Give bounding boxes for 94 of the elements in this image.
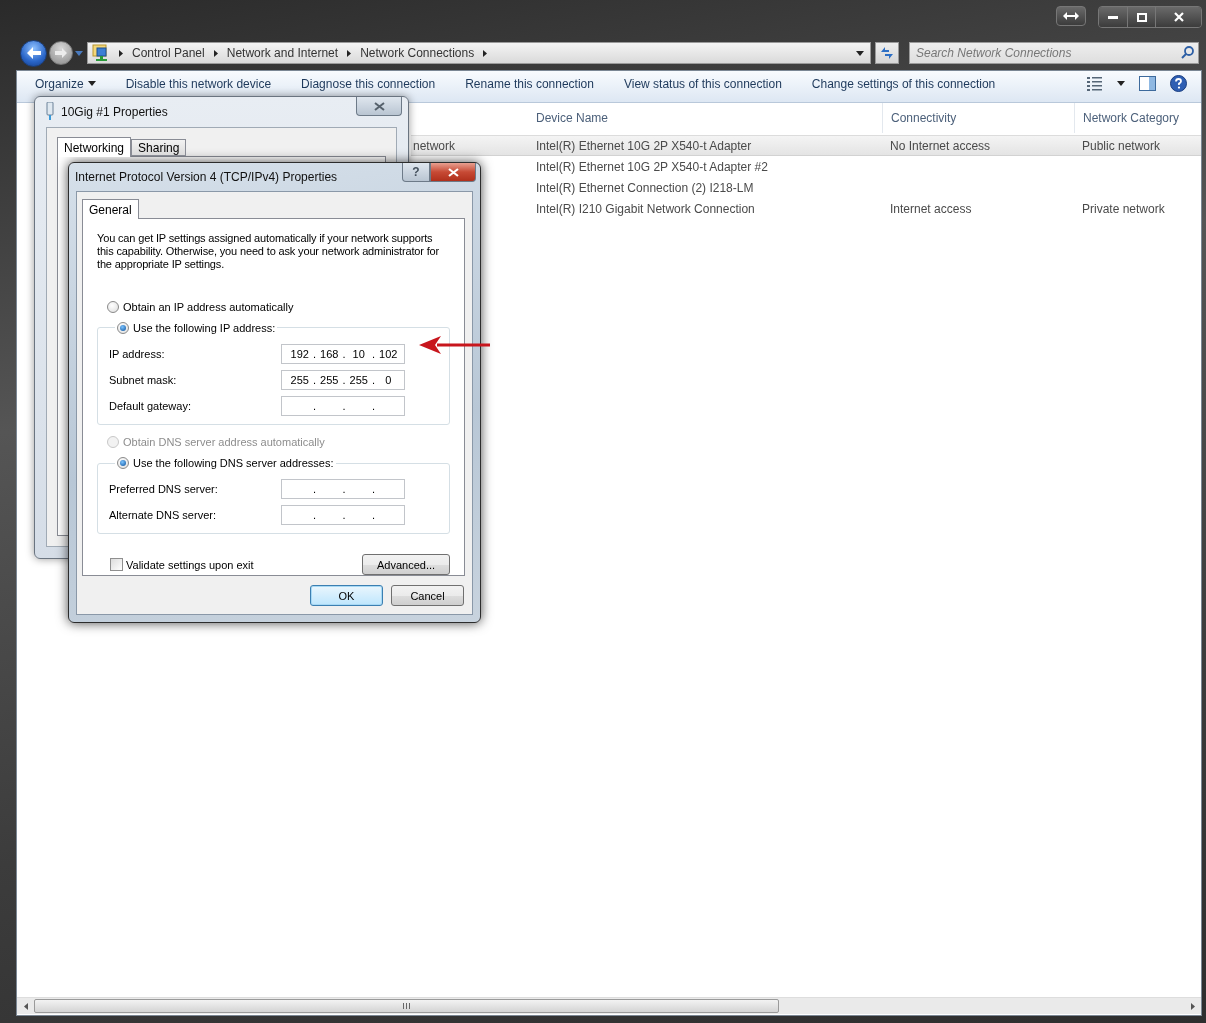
recent-pages-button[interactable] [75, 50, 83, 56]
option-label: Use the following DNS server addresses: [133, 457, 334, 469]
help-icon [1170, 75, 1187, 92]
organize-menu-button[interactable]: Organize [35, 76, 96, 91]
minimize-icon [1108, 15, 1118, 19]
column-header[interactable]: Connectivity [882, 103, 1074, 133]
ip-address-field[interactable]: . . . [281, 505, 405, 525]
caret-icon [75, 50, 83, 56]
checkbox-label: Validate settings upon exit [126, 558, 254, 571]
radio-button[interactable] [117, 321, 129, 334]
dialog-button[interactable]: OK [310, 585, 383, 606]
field-label: Alternate DNS server: [109, 509, 216, 521]
table-cell-text: Intel(R) Ethernet 10G 2P X540-t Adapter [535, 138, 753, 153]
radio-button[interactable] [107, 300, 119, 313]
refresh-button[interactable] [875, 42, 899, 64]
left-arrow-icon [23, 1002, 28, 1010]
table-cell-text: Internet access [889, 201, 973, 216]
caret-icon [87, 81, 96, 86]
maximize-button[interactable] [1127, 7, 1155, 27]
arrow [419, 335, 491, 355]
close-icon [447, 167, 459, 177]
close-icon [1173, 12, 1184, 22]
field-label: Subnet mask: [109, 373, 177, 386]
field-label: IP address: [109, 347, 165, 360]
preview-pane-button[interactable] [1139, 76, 1156, 91]
scrollbar-thumb[interactable] [34, 999, 779, 1013]
horizontal-scrollbar[interactable] [17, 997, 1201, 1014]
close-button[interactable] [1155, 7, 1201, 27]
advanced-button[interactable]: Advanced... [362, 554, 450, 575]
tab[interactable]: Sharing [131, 139, 187, 156]
table-cell-text: Intel(R) I210 Gigabit Network Connection [535, 201, 756, 216]
field-label: Default gateway: [109, 399, 191, 412]
breadcrumb-item[interactable]: Network and Internet [226, 46, 339, 60]
minimize-button[interactable] [1099, 7, 1127, 27]
ip-address-field[interactable]: 192 . 168 . 10 . 102 [281, 343, 405, 364]
toolbar-button[interactable]: View status of this connection [623, 76, 782, 91]
network-adapter-icon [45, 102, 55, 122]
table-cell-text: network [412, 138, 457, 153]
maximize-icon [1136, 12, 1147, 22]
help-button[interactable]: ? [402, 163, 430, 182]
back-arrow-icon [26, 47, 41, 59]
breadcrumb-item[interactable]: Control Panel [132, 46, 205, 60]
resize-icon [1063, 12, 1079, 20]
column-header[interactable]: Network Category [1074, 103, 1201, 133]
window-title: 10Gig #1 Properties [61, 105, 168, 119]
forward-arrow-icon [55, 48, 67, 58]
search-field[interactable]: Search Network Connections [909, 42, 1199, 64]
toolbar-button[interactable]: Disable this network device [125, 76, 272, 91]
back-button[interactable] [20, 39, 47, 67]
option-label: Obtain DNS server address automatically [123, 436, 325, 449]
dialog-button[interactable]: Cancel [391, 585, 464, 606]
column-header[interactable]: Device Name [528, 103, 882, 133]
forward-button[interactable] [49, 41, 73, 65]
preview-pane-icon [1139, 76, 1156, 91]
toolbar-button[interactable]: Rename this connection [465, 76, 594, 91]
snap-button[interactable] [1056, 6, 1086, 26]
ip-address-field[interactable]: . . . [281, 479, 405, 499]
description-text: You can get IP settings assigned automatically if your network supports this capability. Otherwise, you need to ask your network administrator for the appropriate IP settings. [97, 232, 441, 271]
close-button[interactable] [356, 97, 402, 116]
dropdown-caret-icon [856, 50, 864, 56]
close-button[interactable] [430, 163, 476, 182]
field-label: Preferred DNS server: [109, 483, 218, 495]
toolbar-button[interactable]: Change settings of this connection [811, 76, 996, 91]
address-bar[interactable]: Control Panel Network and Internet Network Connections [87, 42, 871, 64]
tab[interactable]: General [82, 199, 139, 219]
toolbar-button[interactable]: Diagnose this connection [301, 76, 436, 91]
window-title: Internet Protocol Version 4 (TCP/IPv4) Properties [75, 170, 338, 184]
table-cell-text: Private network [1081, 201, 1166, 216]
close-icon [373, 101, 385, 111]
network-folder-icon [92, 44, 110, 62]
right-arrow-icon [1190, 1002, 1195, 1010]
caret-icon [1117, 81, 1125, 86]
help-button[interactable] [1170, 75, 1187, 92]
tab[interactable]: Networking [57, 137, 132, 157]
option-label: Obtain an IP address automatically [123, 300, 294, 313]
details-view-icon [1087, 76, 1103, 91]
breadcrumb-arrow-icon [118, 49, 124, 57]
table-cell-text: Public network [1081, 138, 1162, 153]
breadcrumb-arrow-icon [346, 49, 353, 57]
breadcrumb-arrow-icon [482, 49, 489, 57]
grip-icon [403, 1003, 410, 1009]
breadcrumb-item[interactable]: Network Connections [360, 46, 475, 60]
breadcrumb-arrow-icon [212, 49, 219, 57]
table-row[interactable]: network Intel(R) Ethernet 10G 2P X540-t Adapter No Internet access Public network [411, 135, 1201, 156]
option-label: Use the following IP address: [133, 321, 276, 334]
table-cell-text: No Internet access [889, 138, 992, 153]
radio-button[interactable] [117, 457, 129, 469]
ip-address-field[interactable]: 255 . 255 . 255 . 0 [281, 369, 405, 390]
table-cell-text: Intel(R) Ethernet Connection (2) I218-LM [535, 180, 755, 195]
search-icon [1181, 46, 1194, 59]
checkbox[interactable] [110, 558, 123, 571]
view-options-button[interactable] [1087, 76, 1125, 91]
refresh-icon [879, 46, 895, 60]
ip-address-field[interactable]: . . . [281, 395, 405, 416]
